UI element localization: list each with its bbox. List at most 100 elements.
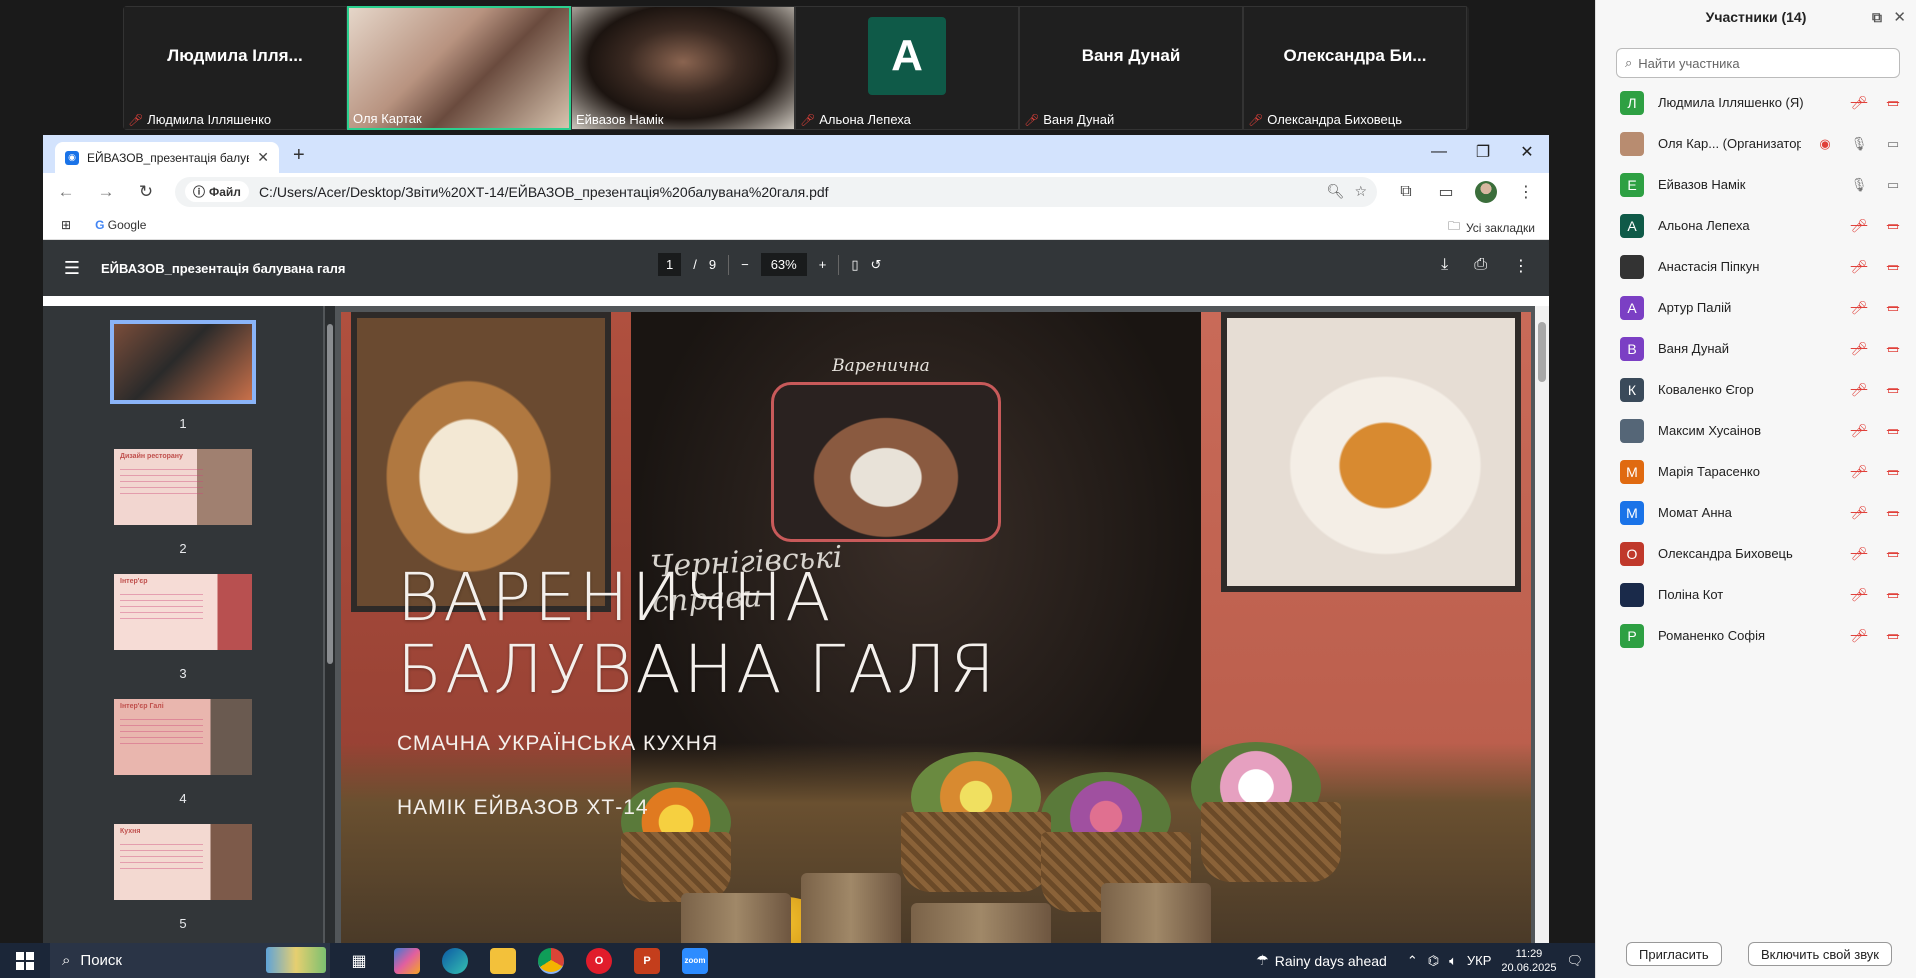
- participant-row[interactable]: Е Ейвазов Намік 🎙︎ ▭: [1596, 164, 1916, 205]
- participant-row[interactable]: Поліна Кот 🎤︎ ▭: [1596, 574, 1916, 615]
- rotate-icon[interactable]: ↺: [870, 257, 881, 273]
- popout-icon[interactable]: ⧉: [1872, 9, 1882, 26]
- mic-muted-icon[interactable]: 🎤︎: [1849, 628, 1869, 644]
- camera-off-icon[interactable]: ▭: [1883, 423, 1903, 439]
- forward-icon[interactable]: →: [95, 182, 117, 202]
- camera-off-icon[interactable]: ▭: [1883, 300, 1903, 316]
- language-indicator[interactable]: УКР: [1467, 953, 1492, 968]
- task-view-icon[interactable]: ▦: [346, 948, 372, 974]
- invite-button[interactable]: Пригласить: [1626, 942, 1722, 966]
- mic-muted-icon[interactable]: 🎤︎: [1849, 382, 1869, 398]
- zoom-icon[interactable]: zoom: [682, 947, 708, 974]
- apps-icon[interactable]: ⊞: [61, 218, 71, 232]
- fit-page-icon[interactable]: ▯: [851, 257, 858, 273]
- camera-off-icon[interactable]: ▭: [1883, 382, 1903, 398]
- camera-off-icon[interactable]: ▭: [1883, 259, 1903, 275]
- video-tile[interactable]: Ейвазов Намік: [571, 6, 795, 130]
- camera-off-icon[interactable]: ▭: [1883, 341, 1903, 357]
- file-explorer-icon[interactable]: [490, 947, 516, 974]
- taskbar-search[interactable]: ⌕ Поиск: [50, 943, 330, 978]
- video-tile[interactable]: Олександра Би... 🎤︎ Олександра Биховець: [1243, 6, 1467, 130]
- star-icon[interactable]: ☆: [1354, 183, 1367, 200]
- video-tile[interactable]: A 🎤︎ Альона Лепеха: [795, 6, 1019, 130]
- mic-muted-icon[interactable]: 🎤︎: [1849, 341, 1869, 357]
- close-window-icon[interactable]: ✕: [1505, 135, 1549, 169]
- video-tile[interactable]: Людмила Ілля... 🎤︎ Людмила Ілляшенко: [123, 6, 347, 130]
- participant-row[interactable]: Оля Кар... (Организатор)↑ ◉ 🎙︎ ▭: [1596, 123, 1916, 164]
- edge-icon[interactable]: [442, 947, 468, 974]
- mic-muted-icon[interactable]: 🎤︎: [1849, 464, 1869, 480]
- zoom-input[interactable]: 63%: [760, 253, 807, 276]
- participant-row[interactable]: М Марія Тарасенко 🎤︎ ▭: [1596, 451, 1916, 492]
- back-icon[interactable]: ←: [55, 182, 77, 202]
- start-button[interactable]: [0, 951, 50, 970]
- network-icon[interactable]: ⌬: [1428, 953, 1439, 969]
- all-bookmarks[interactable]: 🗀 Усі закладки: [1448, 217, 1535, 238]
- camera-off-icon[interactable]: ▭: [1883, 464, 1903, 480]
- tab-pdf[interactable]: ◉ ЕЙВАЗОВ_презентація балува ✕: [55, 142, 279, 173]
- menu-icon[interactable]: ☰: [43, 258, 101, 279]
- camera-off-icon[interactable]: ▭: [1883, 546, 1903, 562]
- camera-off-icon[interactable]: ▭: [1883, 587, 1903, 603]
- powerpoint-icon[interactable]: P: [634, 947, 660, 974]
- more-icon[interactable]: ⋮: [1513, 256, 1529, 276]
- close-panel-icon[interactable]: ✕: [1893, 8, 1906, 26]
- camera-icon[interactable]: ▭: [1883, 136, 1903, 152]
- mic-icon[interactable]: 🎙︎: [1849, 177, 1869, 193]
- copilot-icon[interactable]: [394, 947, 420, 974]
- page-thumbnail[interactable]: Інтер'єр: [114, 574, 252, 650]
- page-scrollbar[interactable]: [1535, 306, 1549, 943]
- participant-row[interactable]: М Момат Анна 🎤︎ ▭: [1596, 492, 1916, 533]
- zoom-out-icon[interactable]: −: [741, 257, 749, 272]
- page-input[interactable]: 1: [658, 253, 682, 276]
- volume-icon[interactable]: 🔈︎: [1449, 953, 1457, 969]
- participant-row[interactable]: Анастасія Піпкун 🎤︎ ▭: [1596, 246, 1916, 287]
- zoom-in-icon[interactable]: +: [819, 257, 827, 272]
- mic-muted-icon[interactable]: 🎤︎: [1849, 546, 1869, 562]
- reload-icon[interactable]: ↻: [135, 182, 157, 202]
- print-icon[interactable]: ⎙: [1474, 256, 1487, 276]
- mic-icon[interactable]: 🎙︎: [1849, 136, 1869, 152]
- page-thumbnail[interactable]: Дизайн ресторану: [114, 449, 252, 525]
- new-tab-icon[interactable]: +: [293, 144, 305, 167]
- sidebar-scrollbar[interactable]: [325, 306, 335, 943]
- restore-icon[interactable]: ❐: [1461, 135, 1505, 169]
- mic-muted-icon[interactable]: 🎤︎: [1849, 587, 1869, 603]
- participant-row[interactable]: А Альона Лепеха 🎤︎ ▭: [1596, 205, 1916, 246]
- page-thumbnail[interactable]: [110, 320, 256, 404]
- mic-muted-icon[interactable]: 🎤︎: [1849, 300, 1869, 316]
- profile-avatar[interactable]: [1475, 180, 1497, 203]
- video-tile[interactable]: Оля Картак: [347, 6, 571, 130]
- video-tile[interactable]: Ваня Дунай 🎤︎ Ваня Дунай: [1019, 6, 1243, 130]
- participant-search-input[interactable]: ⌕ Найти участника: [1616, 48, 1900, 78]
- participant-row[interactable]: А Артур Палій 🎤︎ ▭: [1596, 287, 1916, 328]
- download-icon[interactable]: ⤓: [1441, 256, 1448, 276]
- camera-off-icon[interactable]: ▭: [1883, 218, 1903, 234]
- camera-off-icon[interactable]: ▭: [1883, 628, 1903, 644]
- clock[interactable]: 11:29 20.06.2025: [1501, 947, 1556, 975]
- participant-row[interactable]: Максим Хусаінов 🎤︎ ▭: [1596, 410, 1916, 451]
- opera-icon[interactable]: O: [586, 947, 612, 974]
- mic-muted-icon[interactable]: 🎤︎: [1849, 95, 1869, 111]
- more-menu-icon[interactable]: ⋮: [1515, 182, 1537, 202]
- mic-muted-icon[interactable]: 🎤︎: [1849, 259, 1869, 275]
- notifications-icon[interactable]: 🗨︎: [1566, 953, 1583, 969]
- page-thumbnail[interactable]: Кухня: [114, 824, 252, 900]
- unmute-button[interactable]: Включить свой звук: [1747, 942, 1892, 966]
- minimize-icon[interactable]: —: [1417, 135, 1461, 169]
- cast-icon[interactable]: ▭: [1435, 182, 1457, 202]
- camera-off-icon[interactable]: ▭: [1883, 95, 1903, 111]
- participant-row[interactable]: Р Романенко Софія 🎤︎ ▭: [1596, 615, 1916, 656]
- mic-muted-icon[interactable]: 🎤︎: [1849, 505, 1869, 521]
- address-bar[interactable]: ⓘ Файл C:/Users/Acer/Desktop/Звіти%20ХТ-1…: [175, 176, 1377, 207]
- chrome-icon[interactable]: [538, 947, 564, 974]
- extensions-icon[interactable]: ⧉: [1395, 183, 1417, 201]
- page-thumbnail[interactable]: Інтер'єр Галі: [114, 699, 252, 775]
- camera-icon[interactable]: ▭: [1883, 177, 1903, 193]
- close-tab-icon[interactable]: ✕: [257, 149, 269, 166]
- bookmark-google[interactable]: G Google: [95, 218, 146, 232]
- participant-row[interactable]: К Коваленко Єгор 🎤︎ ▭: [1596, 369, 1916, 410]
- camera-off-icon[interactable]: ▭: [1883, 505, 1903, 521]
- mic-muted-icon[interactable]: 🎤︎: [1849, 423, 1869, 439]
- zoom-icon[interactable]: 🔍︎: [1327, 183, 1345, 200]
